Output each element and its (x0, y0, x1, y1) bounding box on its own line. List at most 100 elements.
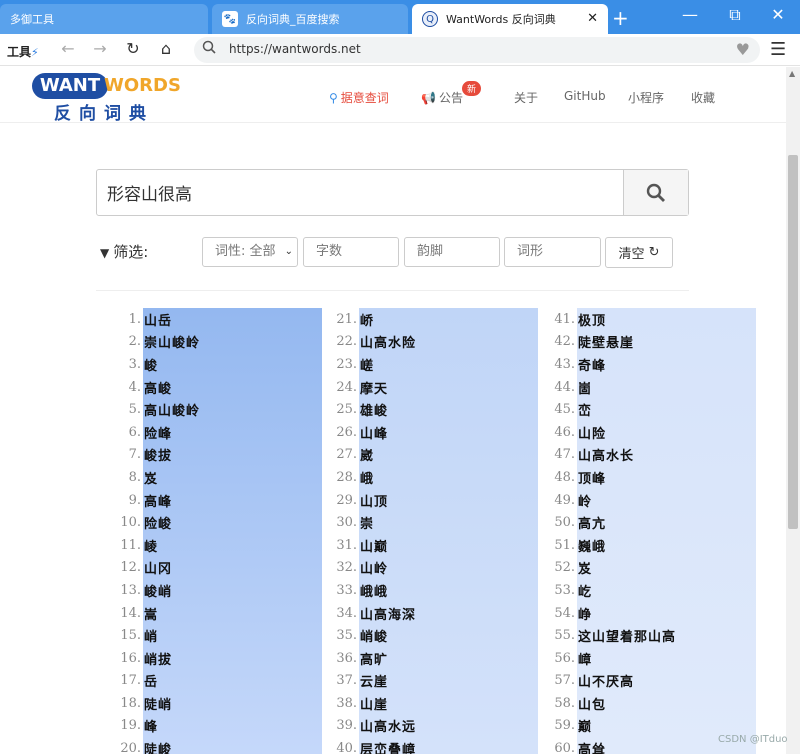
result-item[interactable]: 23. 嵯 (324, 353, 554, 376)
result-item[interactable]: 27. 崴 (324, 444, 554, 467)
back-icon[interactable]: ← (58, 39, 78, 58)
hamburger-menu-icon[interactable]: ☰ (770, 39, 786, 60)
minimize-icon[interactable]: — (680, 5, 700, 24)
result-item[interactable]: 52. 岌 (542, 557, 772, 580)
result-item[interactable]: 8. 岌 (108, 466, 338, 489)
result-word[interactable]: 险峻 (141, 513, 172, 532)
result-word[interactable]: 峨 (357, 468, 374, 487)
tools-menu[interactable]: 工具⚡ (7, 43, 39, 60)
result-word[interactable]: 山冈 (141, 558, 172, 577)
result-item[interactable]: 28. 峨 (324, 466, 554, 489)
result-word[interactable]: 峦 (575, 400, 592, 419)
result-word[interactable]: 嵩 (141, 604, 158, 623)
result-item[interactable]: 36. 高旷 (324, 647, 554, 670)
result-item[interactable]: 42. 陡壁悬崖 (542, 331, 772, 354)
result-word[interactable]: 山险 (575, 423, 606, 442)
result-word[interactable]: 山包 (575, 694, 606, 713)
result-word[interactable]: 摩天 (357, 378, 388, 397)
search-button[interactable] (623, 170, 688, 215)
nav-favorites[interactable]: 收藏 (691, 89, 715, 106)
page-scrollbar[interactable]: ▲ (786, 67, 800, 754)
result-item[interactable]: 25. 雄峻 (324, 398, 554, 421)
scroll-up-arrow-icon[interactable]: ▲ (789, 69, 795, 78)
result-word[interactable]: 极顶 (575, 310, 606, 329)
result-word[interactable]: 云崖 (357, 671, 388, 690)
result-item[interactable]: 16. 峭拔 (108, 647, 338, 670)
result-item[interactable]: 2. 崇山峻岭 (108, 331, 338, 354)
result-word[interactable]: 峻峭 (141, 581, 172, 600)
result-word[interactable]: 高峻 (141, 378, 172, 397)
result-item[interactable]: 46. 山险 (542, 421, 772, 444)
result-word[interactable]: 山崖 (357, 694, 388, 713)
result-word[interactable]: 峻拔 (141, 445, 172, 464)
result-word[interactable]: 崮 (575, 378, 592, 397)
result-item[interactable]: 33. 峨峨 (324, 579, 554, 602)
result-word[interactable]: 陡峭 (141, 694, 172, 713)
result-word[interactable]: 高山峻岭 (141, 400, 200, 419)
result-word[interactable]: 高峰 (141, 491, 172, 510)
tab-wantwords[interactable]: Q WantWords 反向词典 ✕ (412, 4, 608, 34)
tab-baidu-search[interactable]: 🐾 反向词典_百度搜索 (212, 4, 408, 34)
result-item[interactable]: 19. 峰 (108, 715, 338, 738)
search-input[interactable] (97, 170, 623, 215)
result-item[interactable]: 13. 峻峭 (108, 579, 338, 602)
result-word[interactable]: 岌 (141, 468, 158, 487)
result-word[interactable]: 山高水远 (357, 716, 416, 735)
result-item[interactable]: 49. 岭 (542, 489, 772, 512)
result-word[interactable]: 崴 (357, 445, 374, 464)
result-item[interactable]: 4. 高峻 (108, 376, 338, 399)
result-word[interactable]: 崚 (141, 536, 158, 555)
result-word[interactable]: 峭拔 (141, 649, 172, 668)
result-word[interactable]: 峰 (141, 716, 158, 735)
result-word[interactable]: 山不厌高 (575, 671, 634, 690)
result-word[interactable]: 顶峰 (575, 468, 606, 487)
result-word[interactable]: 屹 (575, 581, 592, 600)
result-item[interactable]: 11. 崚 (108, 534, 338, 557)
result-item[interactable]: 7. 峻拔 (108, 444, 338, 467)
result-item[interactable]: 17. 岳 (108, 670, 338, 693)
result-item[interactable]: 12. 山冈 (108, 557, 338, 580)
result-word[interactable]: 山巅 (357, 536, 388, 555)
result-item[interactable]: 43. 奇峰 (542, 353, 772, 376)
result-word[interactable]: 陡壁悬崖 (575, 332, 634, 351)
result-item[interactable]: 34. 山高海深 (324, 602, 554, 625)
result-item[interactable]: 15. 峭 (108, 624, 338, 647)
result-word[interactable]: 山岳 (141, 310, 172, 329)
result-item[interactable]: 26. 山峰 (324, 421, 554, 444)
result-word[interactable]: 峭 (141, 626, 158, 645)
result-word[interactable]: 峨峨 (357, 581, 388, 600)
result-word[interactable]: 山高海深 (357, 604, 416, 623)
result-item[interactable]: 10. 险峻 (108, 511, 338, 534)
result-item[interactable]: 55. 这山望着那山高 (542, 624, 772, 647)
home-icon[interactable]: ⌂ (156, 39, 176, 58)
result-item[interactable]: 21. 峤 (324, 308, 554, 331)
result-word[interactable]: 高亢 (575, 513, 606, 532)
result-word[interactable]: 层峦叠嶂 (357, 739, 416, 754)
result-word[interactable]: 崇 (357, 513, 374, 532)
result-word[interactable]: 山岭 (357, 558, 388, 577)
result-word[interactable]: 巅 (575, 716, 592, 735)
result-item[interactable]: 50. 高亢 (542, 511, 772, 534)
result-item[interactable]: 57. 山不厌高 (542, 670, 772, 693)
nav-announcement[interactable]: 📢 公告 (421, 89, 463, 106)
result-item[interactable]: 31. 山巅 (324, 534, 554, 557)
result-item[interactable]: 1. 山岳 (108, 308, 338, 331)
result-word[interactable]: 险峰 (141, 423, 172, 442)
char-count-input[interactable]: 字数 (303, 237, 399, 267)
result-word[interactable]: 山顶 (357, 491, 388, 510)
forward-icon[interactable]: → (90, 39, 110, 58)
close-window-icon[interactable]: ✕ (768, 5, 788, 24)
result-item[interactable]: 51. 巍峨 (542, 534, 772, 557)
result-word[interactable]: 峤 (357, 310, 374, 329)
nav-about[interactable]: 关于 (514, 89, 538, 106)
result-item[interactable]: 9. 高峰 (108, 489, 338, 512)
result-item[interactable]: 47. 山高水长 (542, 444, 772, 467)
result-item[interactable]: 54. 峥 (542, 602, 772, 625)
result-word[interactable]: 山峰 (357, 423, 388, 442)
result-item[interactable]: 18. 陡峭 (108, 692, 338, 715)
result-item[interactable]: 29. 山顶 (324, 489, 554, 512)
result-item[interactable]: 35. 峭峻 (324, 624, 554, 647)
result-word[interactable]: 峥 (575, 604, 592, 623)
clear-button[interactable]: 清空 ↻ (605, 237, 673, 268)
result-item[interactable]: 37. 云崖 (324, 670, 554, 693)
